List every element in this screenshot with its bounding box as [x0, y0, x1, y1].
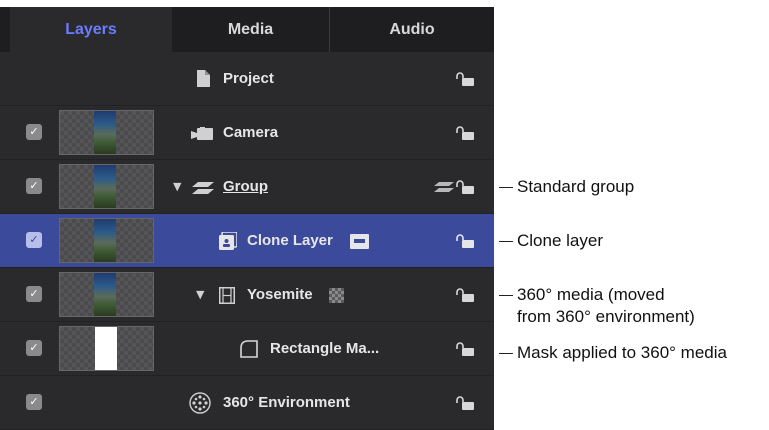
- visibility-checkbox[interactable]: ✓: [26, 394, 42, 410]
- camera-icon: [191, 127, 213, 140]
- 360-environment-icon: [189, 392, 211, 414]
- layer-name: Camera: [223, 124, 279, 141]
- mask-icon: [240, 340, 258, 358]
- clone-layer-icon: [219, 232, 237, 250]
- layer-name: Yosemite: [247, 286, 313, 303]
- layer-name: Rectangle Ma...: [270, 340, 380, 357]
- group-icon: [192, 182, 214, 194]
- callout-line: [499, 353, 513, 354]
- lock-icon[interactable]: [456, 234, 474, 248]
- layer-name: Clone Layer: [247, 232, 333, 249]
- layer-row-group[interactable]: ✓ ▼ Group: [0, 160, 494, 214]
- lock-icon[interactable]: [456, 342, 474, 356]
- lock-icon[interactable]: [456, 180, 474, 194]
- tab-layers[interactable]: Layers: [10, 7, 172, 52]
- tab-media[interactable]: Media: [172, 7, 330, 52]
- layer-row-360-environment[interactable]: ✓ 360° Environment: [0, 376, 494, 430]
- layer-thumbnail: [59, 326, 154, 371]
- clone-badge-icon: [350, 234, 369, 249]
- layer-name: Project: [223, 70, 274, 87]
- visibility-checkbox[interactable]: ✓: [26, 178, 42, 194]
- lock-icon[interactable]: [456, 396, 474, 410]
- layer-row-rectangle-mask[interactable]: ✓ Rectangle Ma...: [0, 322, 494, 376]
- layer-thumbnail: [59, 110, 154, 155]
- callout-line: [499, 241, 513, 242]
- callout-clone-layer: Clone layer: [517, 231, 603, 250]
- lock-icon[interactable]: [456, 72, 474, 86]
- group-stack-icon: [434, 182, 454, 192]
- callout-360-media-line2: from 360° environment): [517, 307, 695, 326]
- callout-360-media-line1: 360° media (moved: [517, 285, 665, 304]
- callout-line: [499, 187, 513, 188]
- disclosure-triangle-icon[interactable]: ▼: [196, 268, 204, 322]
- visibility-checkbox[interactable]: ✓: [26, 340, 42, 356]
- callout-mask: Mask applied to 360° media: [517, 343, 727, 362]
- layers-panel: Layers Media Audio Project ✓ Camera ✓ ▼ …: [0, 7, 494, 430]
- lock-icon[interactable]: [456, 126, 474, 140]
- layer-row-camera[interactable]: ✓ Camera: [0, 106, 494, 160]
- visibility-checkbox[interactable]: ✓: [26, 286, 42, 302]
- lock-icon[interactable]: [456, 288, 474, 302]
- disclosure-triangle-icon[interactable]: ▼: [173, 160, 181, 214]
- layer-name: 360° Environment: [223, 394, 350, 411]
- layer-name: Group: [223, 178, 268, 195]
- layer-row-yosemite[interactable]: ✓ ▼ Yosemite: [0, 268, 494, 322]
- document-icon: [197, 70, 210, 87]
- tab-bar: Layers Media Audio: [0, 7, 494, 52]
- layer-row-clone-layer[interactable]: ✓ Clone Layer: [0, 214, 494, 268]
- layer-thumbnail: [59, 272, 154, 317]
- callout-standard-group: Standard group: [517, 177, 635, 196]
- checker-badge-icon: [329, 288, 344, 303]
- layer-thumbnail: [59, 218, 154, 263]
- tab-audio[interactable]: Audio: [330, 7, 494, 52]
- visibility-checkbox[interactable]: ✓: [26, 232, 42, 248]
- layer-row-project[interactable]: Project: [0, 52, 494, 106]
- film-strip-icon: [219, 287, 235, 304]
- layer-thumbnail: [59, 164, 154, 209]
- visibility-checkbox[interactable]: ✓: [26, 124, 42, 140]
- callout-line: [499, 295, 513, 296]
